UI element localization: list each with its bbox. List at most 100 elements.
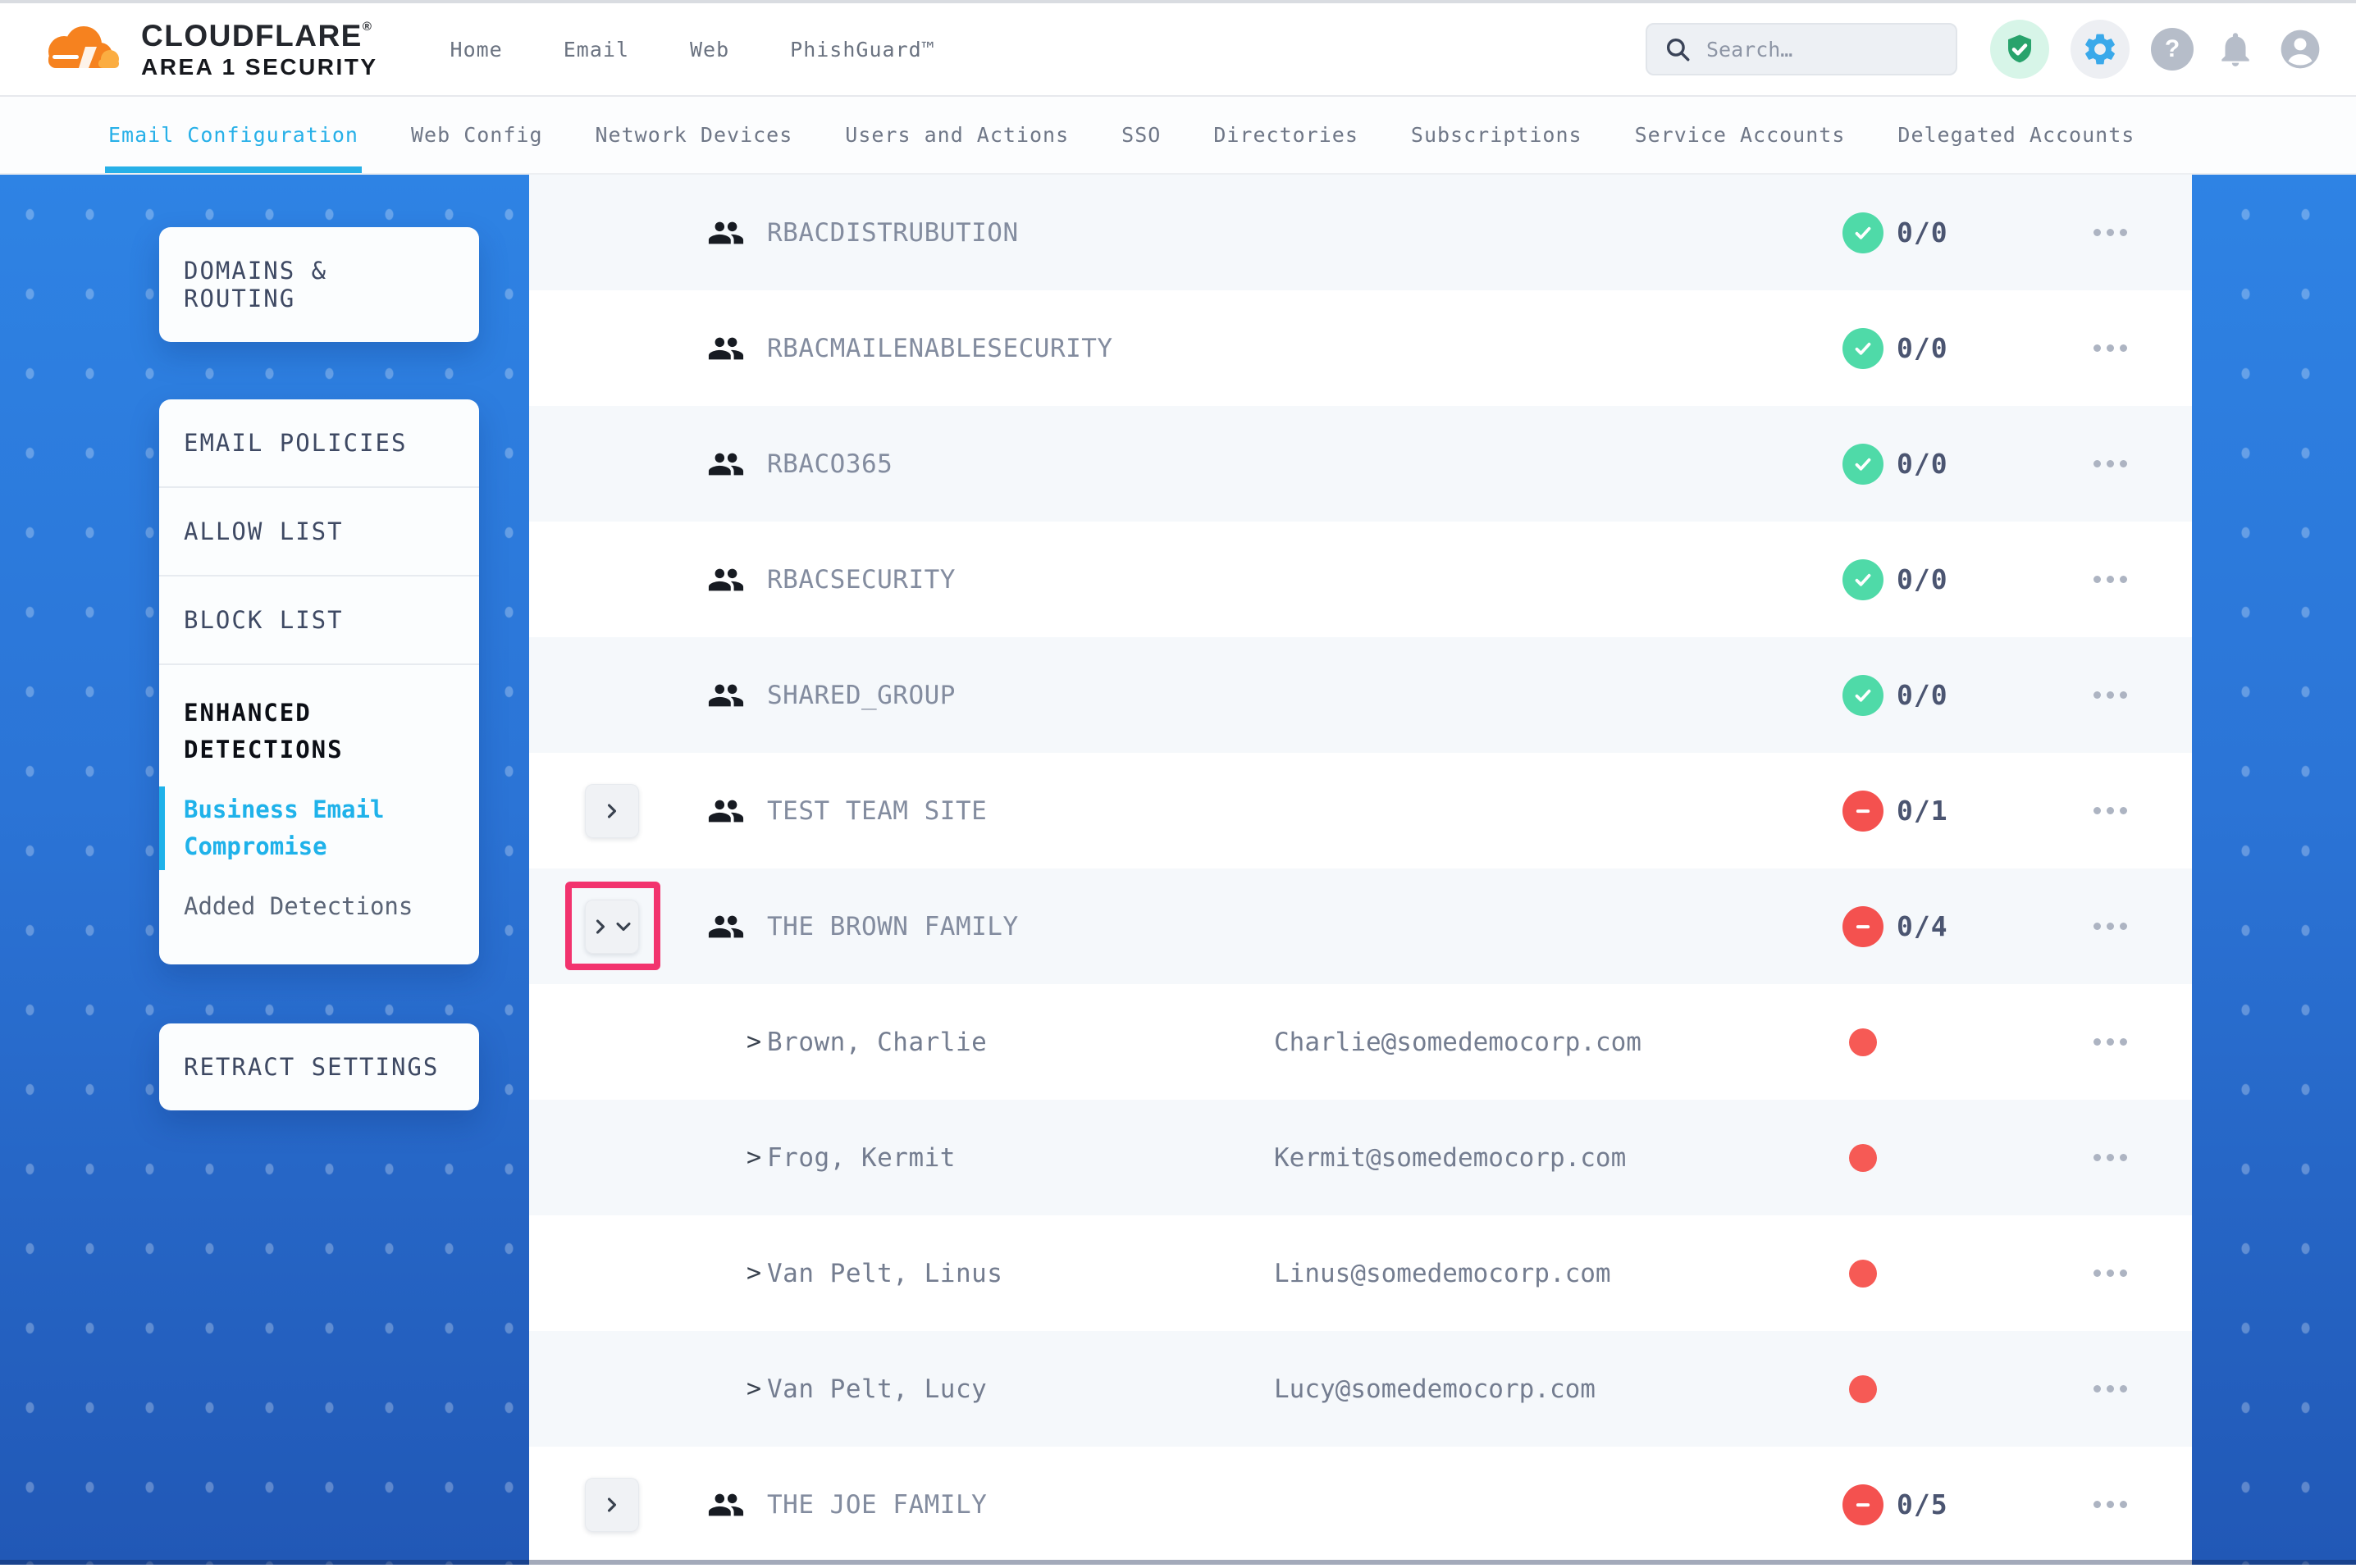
table-row-member: > Van Pelt, Linus Linus@somedemocorp.com [529, 1215, 2192, 1331]
actions-cell [2028, 567, 2192, 591]
nav-item-home[interactable]: Home [450, 38, 503, 62]
row-menu-button[interactable] [2085, 799, 2135, 823]
member-caret-icon[interactable]: > [747, 1143, 761, 1172]
active-accent-bar [159, 786, 165, 870]
ellipsis-icon [2093, 576, 2127, 583]
minus-icon [1851, 799, 1875, 823]
tab-sso[interactable]: SSO [1121, 97, 1161, 173]
app-header: CLOUDFLARE® AREA 1 SECURITY Home Email W… [0, 3, 2356, 97]
table-row-group: RBACSECURITY 0/0 [529, 522, 2192, 637]
sidebar-item-block-list[interactable]: BLOCK LIST [159, 577, 479, 663]
cloudflare-logo[interactable]: CLOUDFLARE® AREA 1 SECURITY [39, 21, 378, 79]
group-icon [707, 214, 745, 252]
shield-check-icon[interactable] [1990, 20, 2049, 79]
row-menu-button[interactable] [2085, 567, 2135, 591]
status-cell [1667, 1028, 2028, 1056]
tab-users-and-actions[interactable]: Users and Actions [845, 97, 1069, 173]
status-cell: 0/1 [1667, 791, 2028, 832]
tab-delegated-accounts[interactable]: Delegated Accounts [1897, 97, 2135, 173]
expand-toggle-button[interactable] [585, 784, 639, 838]
status-cell: 0/0 [1667, 444, 2028, 485]
status-icon [1842, 328, 1883, 369]
member-count: 0/4 [1897, 910, 1948, 942]
member-count: 0/0 [1897, 448, 1948, 480]
member-name: Frog, Kermit [767, 1143, 1274, 1173]
check-icon [1851, 452, 1875, 476]
help-glyph: ? [2165, 35, 2180, 63]
tab-directories[interactable]: Directories [1213, 97, 1358, 173]
expand-toggle-button[interactable] [585, 1478, 639, 1532]
header-actions: ? [1646, 20, 2323, 79]
icon-cell [639, 677, 767, 714]
row-menu-button[interactable] [2085, 1377, 2135, 1401]
tab-subscriptions[interactable]: Subscriptions [1411, 97, 1582, 173]
row-menu-button[interactable] [2085, 452, 2135, 476]
tab-email-configuration[interactable]: Email Configuration [108, 97, 358, 173]
config-tabbar: Email Configuration Web Config Network D… [0, 97, 2356, 175]
nav-item-phishguard[interactable]: PhishGuard™ [790, 38, 935, 62]
search-input[interactable] [1705, 37, 1939, 62]
member-count: 0/0 [1897, 217, 1948, 248]
expander-cell [529, 437, 639, 491]
chevron-right-icon [600, 1493, 623, 1516]
sidebar-item-domains-routing[interactable]: DOMAINS & ROUTING [159, 227, 479, 342]
logo-subtitle: AREA 1 SECURITY [141, 56, 378, 79]
group-icon [707, 445, 745, 483]
row-menu-button[interactable] [2085, 336, 2135, 360]
member-caret-icon[interactable]: > [747, 1374, 761, 1403]
member-count: 0/1 [1897, 795, 1948, 827]
status-icon [1842, 906, 1883, 947]
expand-toggle-button[interactable] [585, 900, 639, 954]
tab-service-accounts[interactable]: Service Accounts [1635, 97, 1846, 173]
sidebar-item-business-email-compromise[interactable]: Business Email Compromise [159, 780, 479, 877]
member-caret-icon[interactable]: > [747, 1259, 761, 1288]
member-email: Kermit@somedemocorp.com [1274, 1143, 1667, 1173]
ellipsis-icon [2093, 229, 2127, 236]
sidebar-item-retract-settings[interactable]: RETRACT SETTINGS [159, 1023, 479, 1110]
row-menu-button[interactable] [2085, 1493, 2135, 1516]
sidebar-item-added-detections[interactable]: Added Detections [159, 877, 479, 937]
status-icon [1842, 791, 1883, 832]
row-menu-button[interactable] [2085, 1146, 2135, 1169]
tab-web-config[interactable]: Web Config [411, 97, 543, 173]
member-status-dot [1849, 1375, 1877, 1403]
table-row-member: > Van Pelt, Lucy Lucy@somedemocorp.com [529, 1331, 2192, 1447]
row-menu-button[interactable] [2085, 221, 2135, 244]
search-box[interactable] [1646, 23, 1957, 75]
tab-network-devices[interactable]: Network Devices [596, 97, 793, 173]
status-cell: 0/0 [1667, 559, 2028, 600]
account-icon[interactable] [2277, 26, 2323, 72]
sidebar: DOMAINS & ROUTING EMAIL POLICIES ALLOW L… [0, 175, 529, 1565]
group-name: THE JOE FAMILY [767, 1490, 1667, 1520]
row-menu-button[interactable] [2085, 1030, 2135, 1054]
sidebar-item-allow-list[interactable]: ALLOW LIST [159, 488, 479, 575]
status-cell: 0/0 [1667, 212, 2028, 253]
actions-cell [2028, 799, 2192, 823]
member-name: Van Pelt, Lucy [767, 1374, 1274, 1404]
help-icon[interactable]: ? [2151, 28, 2194, 71]
actions-cell [2028, 1030, 2192, 1054]
row-menu-button[interactable] [2085, 683, 2135, 707]
sidebar-item-enhanced-detections[interactable]: ENHANCED DETECTIONS [159, 690, 479, 780]
logo-text: CLOUDFLARE® AREA 1 SECURITY [141, 21, 378, 79]
row-menu-button[interactable] [2085, 1261, 2135, 1285]
minus-icon [1851, 1493, 1875, 1517]
sidebar-item-email-policies[interactable]: EMAIL POLICIES [159, 399, 479, 486]
expander-cell [529, 321, 639, 376]
member-status-dot [1849, 1028, 1877, 1056]
nav-item-email[interactable]: Email [564, 38, 629, 62]
icon-cell [639, 214, 767, 252]
ellipsis-icon [2093, 1385, 2127, 1393]
nav-item-web[interactable]: Web [690, 38, 729, 62]
expander-cell [529, 206, 639, 260]
gear-icon[interactable] [2071, 20, 2130, 79]
member-caret-icon[interactable]: > [747, 1028, 761, 1056]
group-name: SHARED_GROUP [767, 681, 1667, 710]
sidebar-section-enhanced-detections: ENHANCED DETECTIONS Business Email Compr… [159, 665, 479, 964]
bell-icon[interactable] [2215, 29, 2256, 70]
icon-cell [639, 908, 767, 946]
row-menu-button[interactable] [2085, 914, 2135, 938]
search-icon [1664, 35, 1692, 63]
ellipsis-icon [2093, 923, 2127, 930]
table-row-group: RBACDISTRUBUTION 0/0 [529, 175, 2192, 290]
